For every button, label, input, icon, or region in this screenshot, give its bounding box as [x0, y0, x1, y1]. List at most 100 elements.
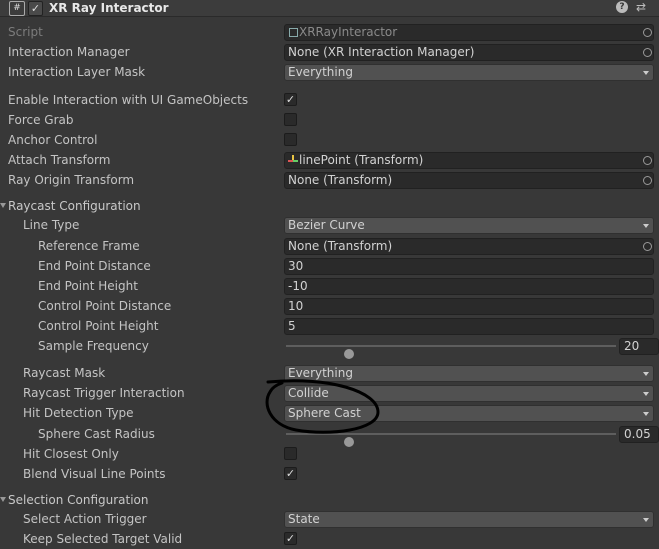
- control-point-height-row: Control Point Height 5: [0, 316, 659, 336]
- component-title[interactable]: XR Ray Interactor: [49, 0, 169, 16]
- force-grab-checkbox[interactable]: [284, 113, 297, 126]
- line-type-row: Line Type Bezier Curve: [0, 215, 659, 235]
- select-action-trigger-value: State: [288, 512, 320, 526]
- chevron-down-icon: [643, 372, 649, 376]
- sample-frequency-slider-thumb[interactable]: [343, 349, 354, 359]
- reference-frame-value: None (Transform): [288, 239, 393, 253]
- control-point-distance-row: Control Point Distance 10: [0, 296, 659, 316]
- component-header: # ✓ XR Ray Interactor ? ⇄: [0, 0, 659, 17]
- object-picker-icon[interactable]: [643, 45, 653, 60]
- hit-closest-only-checkbox[interactable]: [284, 447, 297, 460]
- control-point-height-label: Control Point Height: [38, 319, 159, 333]
- end-point-height-input[interactable]: -10: [284, 278, 654, 295]
- raycast-trigger-interaction-dropdown[interactable]: Collide: [284, 385, 654, 402]
- interaction-layer-mask-label: Interaction Layer Mask: [8, 65, 146, 79]
- sample-frequency-row: Sample Frequency 20: [0, 336, 659, 359]
- foldout-arrow-icon: [0, 203, 6, 208]
- ray-origin-transform-row: Ray Origin Transform None (Transform): [0, 170, 659, 190]
- interaction-layer-mask-row: Interaction Layer Mask Everything: [0, 62, 659, 82]
- hit-closest-only-row: Hit Closest Only: [0, 444, 659, 464]
- control-point-height-input[interactable]: 5: [284, 318, 654, 335]
- enable-ui-row: Enable Interaction with UI GameObjects ✓: [0, 90, 659, 110]
- sphere-cast-radius-label: Sphere Cast Radius: [38, 427, 155, 441]
- script-component-icon: #: [9, 1, 25, 16]
- interaction-manager-field[interactable]: None (XR Interaction Manager): [284, 44, 654, 61]
- end-point-height-row: End Point Height -10: [0, 276, 659, 296]
- interaction-manager-row: Interaction Manager None (XR Interaction…: [0, 42, 659, 62]
- reference-frame-row: Reference Frame None (Transform): [0, 236, 659, 256]
- presets-icon[interactable]: ⇄: [636, 0, 646, 15]
- ray-origin-transform-field[interactable]: None (Transform): [284, 172, 654, 189]
- end-point-height-label: End Point Height: [38, 279, 138, 293]
- anchor-control-checkbox[interactable]: [284, 133, 297, 146]
- reference-frame-label: Reference Frame: [38, 239, 140, 253]
- checkmark-icon: ✓: [285, 532, 296, 545]
- sample-frequency-input[interactable]: 20: [619, 338, 659, 355]
- raycast-mask-row: Raycast Mask Everything: [0, 363, 659, 383]
- select-action-trigger-row: Select Action Trigger State: [0, 509, 659, 529]
- sample-frequency-slider[interactable]: [286, 345, 616, 359]
- ray-origin-transform-label: Ray Origin Transform: [8, 173, 135, 187]
- object-picker-icon[interactable]: [643, 153, 653, 168]
- enable-ui-label: Enable Interaction with UI GameObjects: [8, 93, 249, 107]
- selection-configuration-foldout[interactable]: Selection Configuration: [0, 490, 659, 510]
- interaction-manager-value: None (XR Interaction Manager): [288, 45, 475, 59]
- hit-closest-only-label: Hit Closest Only: [23, 447, 119, 461]
- raycast-trigger-interaction-label: Raycast Trigger Interaction: [23, 386, 185, 400]
- attach-transform-row: Attach Transform linePoint (Transform): [0, 150, 659, 170]
- hit-detection-type-label: Hit Detection Type: [23, 406, 134, 420]
- raycast-configuration-foldout[interactable]: Raycast Configuration: [0, 196, 659, 216]
- attach-transform-field[interactable]: linePoint (Transform): [284, 152, 654, 169]
- end-point-distance-row: End Point Distance 30: [0, 256, 659, 276]
- component-enabled-checkbox[interactable]: ✓: [28, 1, 43, 16]
- blend-visual-line-points-checkbox[interactable]: ✓: [284, 467, 297, 480]
- interaction-layer-mask-value: Everything: [288, 65, 353, 79]
- object-picker-icon[interactable]: [643, 25, 653, 40]
- sample-frequency-label: Sample Frequency: [38, 339, 149, 353]
- transform-icon: [288, 155, 298, 165]
- end-point-distance-input[interactable]: 30: [284, 258, 654, 275]
- raycast-trigger-interaction-row: Raycast Trigger Interaction Collide: [0, 383, 659, 403]
- line-type-label: Line Type: [23, 218, 80, 232]
- control-point-distance-input[interactable]: 10: [284, 298, 654, 315]
- foldout-arrow-icon: [0, 497, 6, 502]
- keep-selected-target-valid-row: Keep Selected Target Valid ✓: [0, 529, 659, 549]
- help-icon[interactable]: ?: [616, 1, 628, 13]
- anchor-control-row: Anchor Control: [0, 130, 659, 150]
- sphere-cast-radius-slider[interactable]: [286, 433, 616, 447]
- selection-configuration-label: Selection Configuration: [8, 493, 149, 507]
- checkmark-icon: ✓: [285, 467, 296, 480]
- object-picker-icon[interactable]: [643, 173, 653, 188]
- reference-frame-field[interactable]: None (Transform): [284, 238, 654, 255]
- sphere-cast-radius-input[interactable]: 0.05: [619, 426, 659, 443]
- ray-origin-transform-value: None (Transform): [288, 173, 393, 187]
- blend-visual-line-points-label: Blend Visual Line Points: [23, 467, 166, 481]
- interaction-layer-mask-dropdown[interactable]: Everything: [284, 64, 654, 81]
- keep-selected-target-valid-checkbox[interactable]: ✓: [284, 532, 297, 545]
- chevron-down-icon: [643, 412, 649, 416]
- object-picker-icon[interactable]: [643, 239, 653, 254]
- script-field-value: XRRayInteractor: [299, 25, 398, 39]
- script-label: Script: [8, 25, 43, 39]
- raycast-configuration-label: Raycast Configuration: [8, 199, 141, 213]
- select-action-trigger-dropdown[interactable]: State: [284, 511, 654, 528]
- hit-detection-type-row: Hit Detection Type Sphere Cast: [0, 403, 659, 423]
- chevron-down-icon: [643, 518, 649, 522]
- chevron-down-icon: [643, 224, 649, 228]
- line-type-dropdown[interactable]: Bezier Curve: [284, 217, 654, 234]
- raycast-mask-dropdown[interactable]: Everything: [284, 365, 654, 382]
- line-type-value: Bezier Curve: [288, 218, 365, 232]
- enable-ui-checkbox[interactable]: ✓: [284, 93, 297, 106]
- raycast-trigger-interaction-value: Collide: [288, 386, 329, 400]
- force-grab-row: Force Grab: [0, 110, 659, 130]
- script-file-icon: [288, 28, 298, 37]
- checkmark-icon: ✓: [285, 93, 296, 106]
- interaction-manager-label: Interaction Manager: [8, 45, 130, 59]
- select-action-trigger-label: Select Action Trigger: [23, 512, 147, 526]
- chevron-down-icon: [643, 71, 649, 75]
- force-grab-label: Force Grab: [8, 113, 74, 127]
- chevron-down-icon: [643, 392, 649, 396]
- script-field[interactable]: XRRayInteractor: [284, 24, 654, 41]
- hit-detection-type-dropdown[interactable]: Sphere Cast: [284, 405, 654, 422]
- raycast-mask-value: Everything: [288, 366, 353, 380]
